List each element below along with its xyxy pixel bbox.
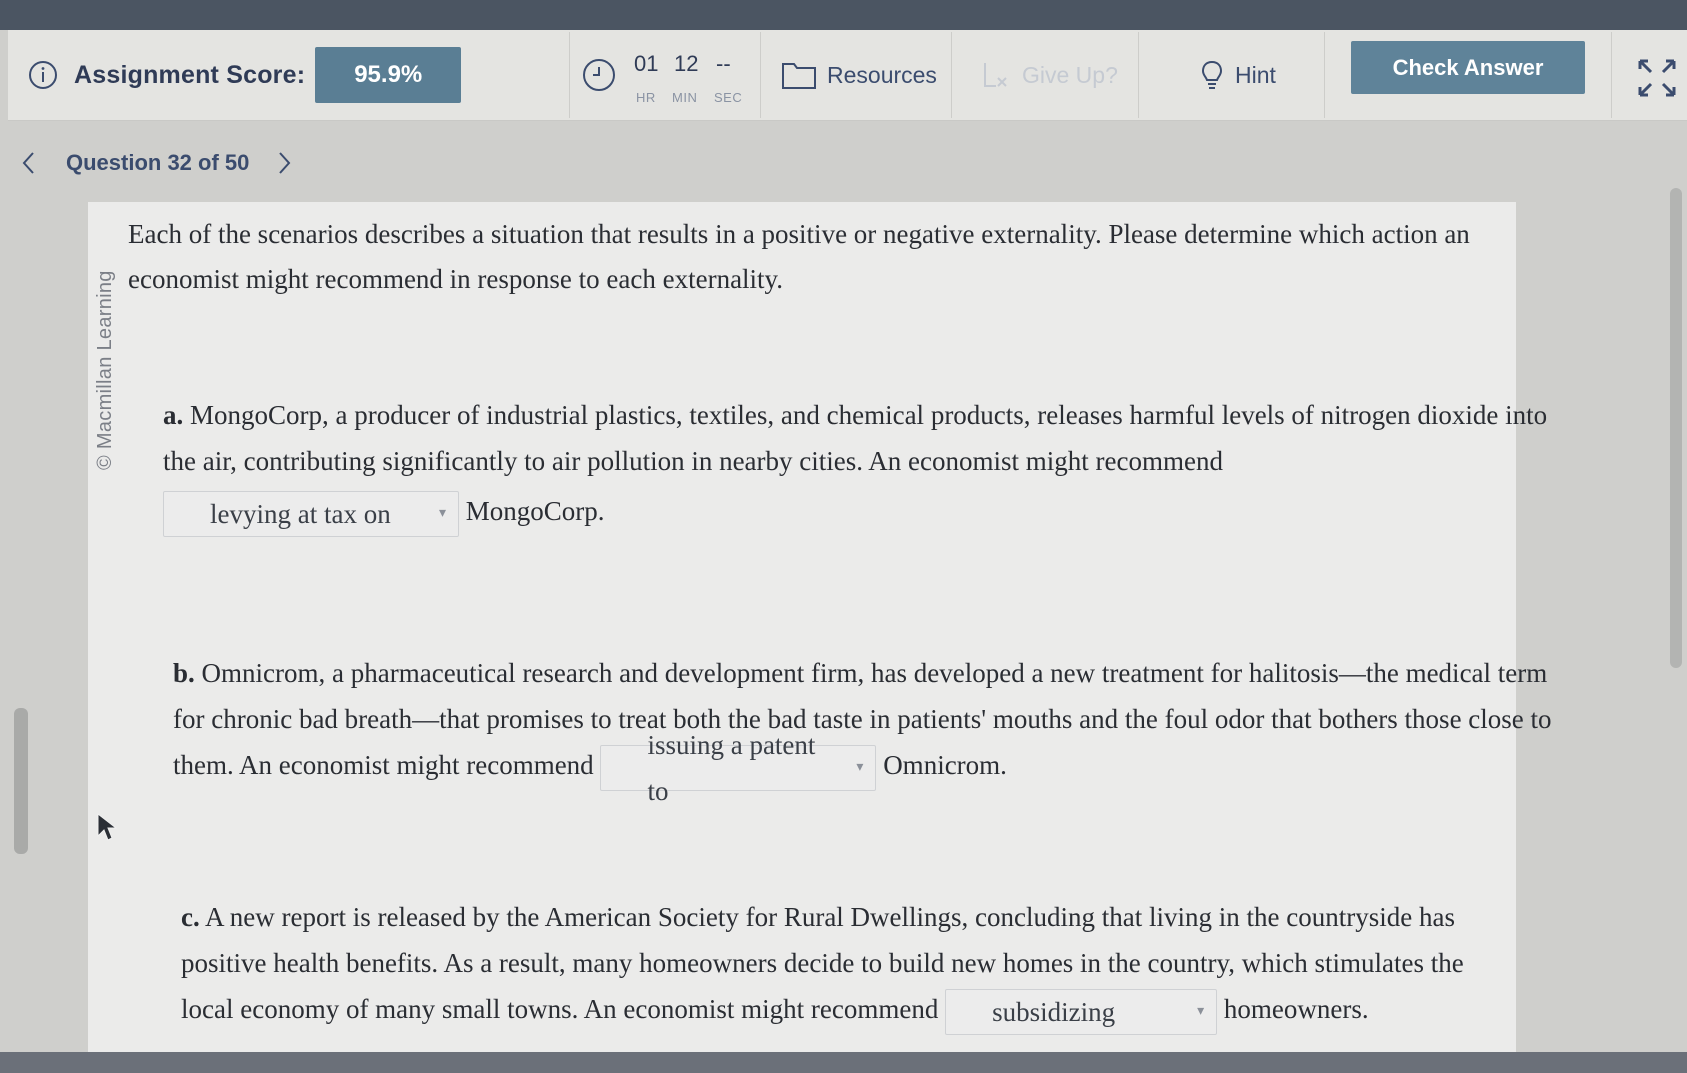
resources-label: Resources <box>827 61 937 88</box>
part-a-dropdown[interactable]: levying at tax on ▾ <box>163 490 459 537</box>
toolbar-divider <box>1138 32 1139 118</box>
part-c-after: homeowners. <box>1223 994 1369 1024</box>
left-scrollbar[interactable] <box>14 708 28 854</box>
part-c-selected: subsidizing <box>992 996 1116 1027</box>
part-b-selected: issuing a patent to <box>647 729 816 806</box>
mouse-pointer-icon <box>97 812 118 841</box>
give-up-icon <box>984 63 1007 87</box>
timer-hr-label: HR <box>636 90 656 105</box>
timer-sec-label: SEC <box>714 90 743 105</box>
part-a-text: MongoCorp, a producer of industrial plas… <box>163 400 1548 476</box>
screen-bezel-top <box>0 0 1687 30</box>
question-part-a: a. MongoCorp, a producer of industrial p… <box>163 392 1563 537</box>
toolbar-divider <box>951 32 952 118</box>
question-part-b: b. Omnicrom, a pharmaceutical research a… <box>173 650 1563 806</box>
part-a-selected: levying at tax on <box>210 498 391 529</box>
toolbar-divider <box>1611 32 1612 118</box>
question-counter: Question 32 of 50 <box>66 150 250 175</box>
timer-section: 01 12 -- HR MIN SEC <box>582 30 744 120</box>
part-b-dropdown[interactable]: issuing a patent to ▾ <box>600 730 877 806</box>
assignment-score-label: Assignment Score: <box>74 60 306 89</box>
part-c-dropdown[interactable]: subsidizing ▾ <box>945 988 1218 1035</box>
part-b-after: Omnicrom. <box>883 750 1007 780</box>
timer-hours: 01 <box>634 51 659 76</box>
hint-button[interactable]: Hint <box>1199 30 1276 120</box>
toolbar-divider <box>760 32 761 118</box>
chevron-right-icon[interactable] <box>275 150 293 176</box>
toolbar-divider <box>569 32 570 118</box>
part-c-letter: c. <box>181 902 200 932</box>
dropdown-caret-icon: ▾ <box>856 759 864 775</box>
question-navigation: Question 32 of 50 <box>20 145 293 181</box>
timer-minutes: 12 <box>674 51 699 76</box>
screen-bezel-bottom <box>0 1052 1687 1073</box>
clock-icon <box>583 59 615 91</box>
hint-label: Hint <box>1235 61 1276 88</box>
assignment-score-section: Assignment Score: 95.9% <box>8 30 462 120</box>
chevron-left-icon[interactable] <box>20 150 38 176</box>
question-part-c: c. A new report is released by the Ameri… <box>181 894 1511 1035</box>
part-a-after: MongoCorp. <box>465 496 605 526</box>
give-up-label: Give Up? <box>1022 61 1118 88</box>
timer: 01 12 -- HR MIN SEC <box>634 45 744 105</box>
lightbulb-icon <box>1201 60 1223 89</box>
question-intro: Each of the scenarios describes a situat… <box>128 219 1470 294</box>
toolbar-divider <box>1324 32 1325 118</box>
folder-icon <box>782 63 816 89</box>
expand-icon[interactable] <box>1637 58 1677 98</box>
info-icon[interactable] <box>28 60 58 90</box>
timer-seconds: -- <box>716 51 731 76</box>
content-scrollbar[interactable] <box>1670 188 1682 668</box>
dropdown-caret-icon: ▾ <box>1197 1003 1205 1019</box>
timer-min-label: MIN <box>672 90 698 105</box>
check-answer-button[interactable]: Check Answer <box>1351 41 1585 94</box>
assignment-score-badge: 95.9% <box>315 47 462 103</box>
part-a-letter: a. <box>163 400 184 430</box>
copyright-watermark: © Macmillan Learning <box>94 270 116 470</box>
resources-button[interactable]: Resources <box>781 30 937 120</box>
dropdown-caret-icon: ▾ <box>438 505 446 521</box>
part-b-letter: b. <box>173 658 195 688</box>
give-up-button[interactable]: Give Up? <box>982 30 1118 120</box>
